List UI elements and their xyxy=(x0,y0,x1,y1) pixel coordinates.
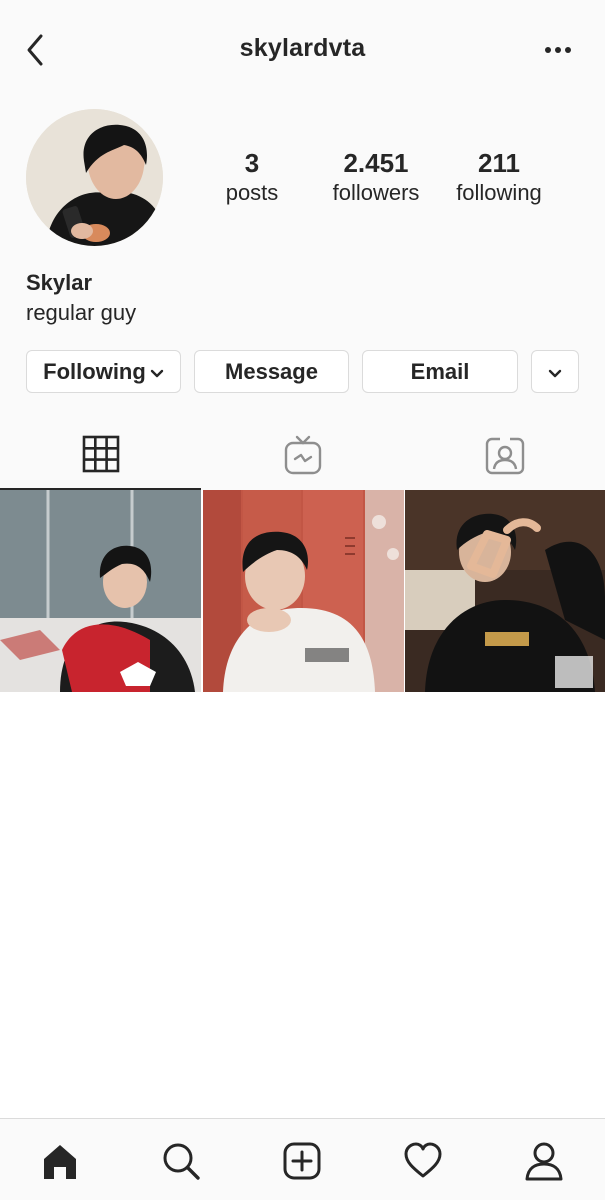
search-icon xyxy=(163,1143,200,1180)
post-photo-hand-frame xyxy=(405,490,605,692)
following-count[interactable]: 211 following xyxy=(446,148,552,208)
activity-heart-icon xyxy=(404,1142,442,1178)
bottom-navigation-bar xyxy=(0,1118,605,1200)
post-thumbnail-1[interactable] xyxy=(0,490,201,692)
profile-display-name: Skylar xyxy=(26,270,93,295)
chevron-down-icon xyxy=(547,359,563,385)
message-button[interactable]: Message xyxy=(194,350,349,393)
tab-posts-grid[interactable] xyxy=(0,420,201,490)
tab-igtv[interactable] xyxy=(202,420,403,490)
followers-count-label: followers xyxy=(332,180,420,205)
posts-count-label: posts xyxy=(225,180,279,205)
tagged-icon xyxy=(485,437,524,475)
following-count-label: following xyxy=(456,180,542,205)
followers-count[interactable]: 2.451 followers xyxy=(320,148,432,208)
posts-count-value: 3 xyxy=(244,148,260,178)
tab-tagged[interactable] xyxy=(404,420,605,490)
post-photo-ice-rink xyxy=(0,490,201,692)
message-button-label: Message xyxy=(225,358,318,384)
email-button-label: Email xyxy=(410,358,470,384)
more-options-button[interactable] xyxy=(540,36,576,64)
profile-username-title: skylardvta xyxy=(239,34,366,62)
profile-content-tabs xyxy=(0,420,605,490)
home-icon xyxy=(44,1145,76,1179)
nav-profile-button[interactable] xyxy=(520,1137,568,1185)
nav-new-post-button[interactable] xyxy=(278,1137,326,1185)
nav-search-button[interactable] xyxy=(157,1137,205,1185)
followers-count-value: 2.451 xyxy=(343,148,409,178)
post-thumbnail-2[interactable] xyxy=(203,490,404,692)
top-navigation-bar: skylardvta xyxy=(0,0,605,100)
following-button-label: Following xyxy=(43,358,146,384)
profile-bio: regular guy xyxy=(26,300,137,325)
igtv-icon xyxy=(284,435,321,475)
following-count-value: 211 xyxy=(478,148,520,178)
new-post-icon xyxy=(283,1142,321,1180)
post-photo-lockers xyxy=(203,490,404,692)
chevron-down-icon xyxy=(150,359,164,385)
post-thumbnail-3[interactable] xyxy=(405,490,605,692)
nav-activity-button[interactable] xyxy=(399,1137,447,1185)
nav-home-button[interactable] xyxy=(36,1137,84,1185)
following-button[interactable]: Following xyxy=(26,350,181,393)
email-button[interactable]: Email xyxy=(362,350,518,393)
posts-count[interactable]: 3 posts xyxy=(212,148,292,208)
suggested-accounts-toggle-button[interactable] xyxy=(531,350,579,393)
grid-icon xyxy=(82,435,119,473)
profile-icon xyxy=(525,1142,563,1181)
more-horizontal-icon xyxy=(545,47,571,53)
profile-stats: 3 posts 2.451 followers 211 following xyxy=(0,148,605,218)
posts-grid xyxy=(0,490,605,692)
